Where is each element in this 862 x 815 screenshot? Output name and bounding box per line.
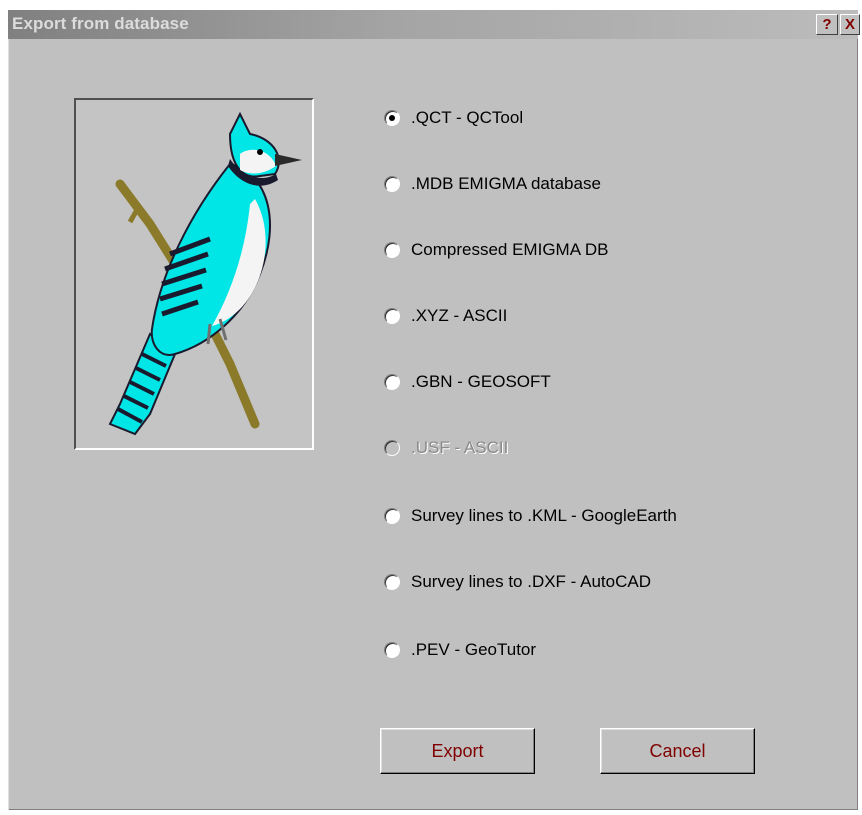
radio-kml-googleearth[interactable]: Survey lines to .KML - GoogleEarth [384, 504, 844, 528]
radio-gbn-geosoft[interactable]: .GBN - GEOSOFT [384, 370, 844, 394]
radio-button-icon[interactable] [384, 110, 400, 126]
title-bar[interactable]: Export from database ? X [8, 10, 860, 39]
export-dialog: Export from database ? X .QCT - QCTool .… [8, 10, 860, 810]
radio-label: .MDB EMIGMA database [411, 174, 601, 193]
radio-button-icon[interactable] [384, 308, 400, 324]
cancel-button[interactable]: Cancel [600, 728, 755, 774]
radio-label: .XYZ - ASCII [411, 306, 508, 325]
help-button[interactable]: ? [816, 14, 838, 35]
radio-label: .QCT - QCTool [411, 108, 524, 127]
radio-button-icon[interactable] [384, 176, 400, 192]
radio-mdb-emigma-database[interactable]: .MDB EMIGMA database [384, 172, 844, 196]
radio-pev-geotutor[interactable]: .PEV - GeoTutor [384, 638, 844, 662]
radio-label: .PEV - GeoTutor [411, 640, 537, 659]
radio-label: Survey lines to .KML - GoogleEarth [411, 506, 677, 525]
radio-compressed-emigma-db[interactable]: Compressed EMIGMA DB [384, 238, 844, 262]
radio-usf-ascii: .USF - ASCII [384, 436, 844, 460]
radio-button-icon[interactable] [384, 642, 400, 658]
close-button[interactable]: X [840, 14, 860, 35]
radio-button-icon[interactable] [384, 508, 400, 524]
illustration-frame [74, 98, 314, 450]
radio-label: .USF - ASCII [411, 438, 509, 457]
radio-button-icon [384, 440, 400, 456]
radio-qct-qctool[interactable]: .QCT - QCTool [384, 106, 844, 130]
dialog-title: Export from database [12, 14, 189, 33]
radio-button-icon[interactable] [384, 574, 400, 590]
radio-dxf-autocad[interactable]: Survey lines to .DXF - AutoCAD [384, 570, 844, 594]
radio-label: .GBN - GEOSOFT [411, 372, 551, 391]
blue-jay-bird-illustration [108, 111, 302, 436]
radio-button-icon[interactable] [384, 374, 400, 390]
radio-xyz-ascii[interactable]: .XYZ - ASCII [384, 304, 844, 328]
export-button[interactable]: Export [380, 728, 535, 774]
radio-label: Survey lines to .DXF - AutoCAD [411, 572, 651, 591]
radio-button-icon[interactable] [384, 242, 400, 258]
radio-label: Compressed EMIGMA DB [411, 240, 609, 259]
